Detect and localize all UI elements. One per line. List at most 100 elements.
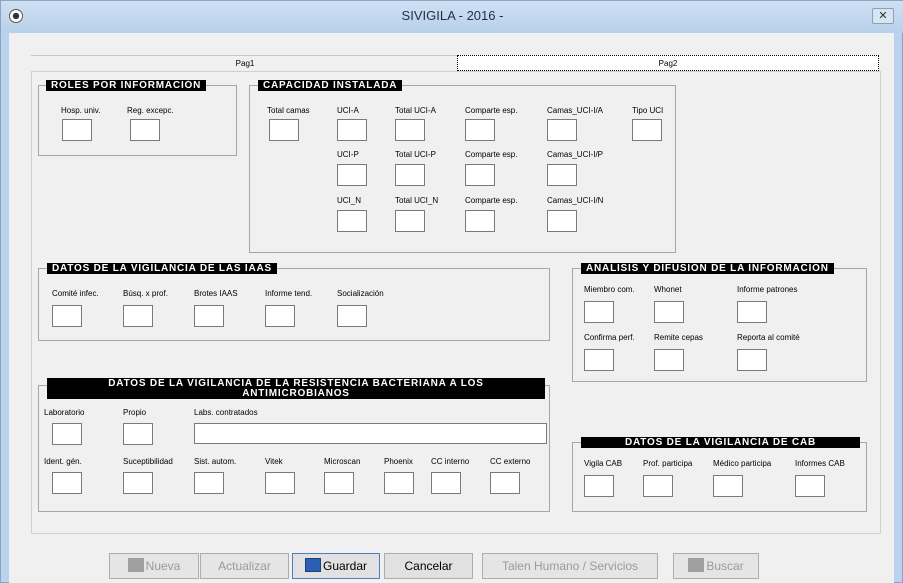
uci-n-field[interactable] xyxy=(337,210,367,232)
total-camas-field[interactable] xyxy=(269,119,299,141)
socializacion-field[interactable] xyxy=(337,305,367,327)
medico-participa-field[interactable] xyxy=(713,475,743,497)
informe-patrones-label: Informe patrones xyxy=(737,285,798,294)
miembro-com-label: Miembro com. xyxy=(584,285,635,294)
nueva-button[interactable]: Nueva xyxy=(109,553,199,579)
camas-uci-ia-field[interactable] xyxy=(547,119,577,141)
cc-externo-label: CC externo xyxy=(490,457,531,466)
tipo-uci-field[interactable] xyxy=(632,119,662,141)
vitek-label: Vitek xyxy=(265,457,283,466)
resistencia-title-line2: ANTIMICROBIANOS xyxy=(242,388,350,399)
whonet-field[interactable] xyxy=(654,301,684,323)
brotes-iaas-label: Brotes IAAS xyxy=(194,289,238,298)
cancelar-button[interactable]: Cancelar xyxy=(384,553,473,579)
prof-participa-field[interactable] xyxy=(643,475,673,497)
window-title: SIVIGILA - 2016 - xyxy=(401,8,504,23)
resistencia-group: DATOS DE LA VIGILANCIA DE LA RESISTENCIA… xyxy=(38,378,550,512)
tab-page: ROLES POR INFORMACIÓN Hosp. univ. Reg. e… xyxy=(31,71,881,534)
sist-autom-field[interactable] xyxy=(194,472,224,494)
reg-excepc-label: Reg. excepc. xyxy=(127,106,174,115)
microscan-label: Microscan xyxy=(324,457,361,466)
capacidad-title: CAPACIDAD INSTALADA xyxy=(258,80,403,91)
informe-patrones-field[interactable] xyxy=(737,301,767,323)
brotes-iaas-field[interactable] xyxy=(194,305,224,327)
reg-excepc-field[interactable] xyxy=(130,119,160,141)
ident-gen-field[interactable] xyxy=(52,472,82,494)
laboratorio-label: Laboratorio xyxy=(44,408,85,417)
remite-cepas-label: Remite cepas xyxy=(654,333,703,342)
nueva-label: Nueva xyxy=(145,559,181,573)
busq-prof-label: Búsq. x prof. xyxy=(123,289,168,298)
propio-label: Propio xyxy=(123,408,147,417)
labs-contratados-field[interactable] xyxy=(194,423,547,444)
tab-pag2[interactable]: Pag2 xyxy=(457,55,879,71)
reporta-comite-label: Reporta al comité xyxy=(737,333,800,342)
total-uci-n-field[interactable] xyxy=(395,210,425,232)
informes-cab-field[interactable] xyxy=(795,475,825,497)
hosp-univ-label: Hosp. univ. xyxy=(61,106,101,115)
camas-uci-ia-label: Camas_UCI-I/A xyxy=(547,106,604,115)
analisis-group: ANALISIS Y DIFUSION DE LA INFORMACION Mi… xyxy=(572,263,867,382)
total-uci-a-label: Total UCI-A xyxy=(395,106,436,115)
vigila-cab-field[interactable] xyxy=(584,475,614,497)
new-icon xyxy=(127,558,144,572)
reporta-comite-field[interactable] xyxy=(737,349,767,371)
uci-p-field[interactable] xyxy=(337,164,367,186)
cab-group: DATOS DE LA VIGILANCIA DE CAB Vigila CAB… xyxy=(572,437,867,512)
roles-group: ROLES POR INFORMACIÓN Hosp. univ. Reg. e… xyxy=(38,80,237,156)
propio-field[interactable] xyxy=(123,423,153,445)
iaas-group: DATOS DE LA VIGILANCIA DE LAS IAAS Comit… xyxy=(38,263,550,341)
remite-cepas-field[interactable] xyxy=(654,349,684,371)
tab-pag1[interactable]: Pag1 xyxy=(31,55,459,71)
cc-interno-field[interactable] xyxy=(431,472,461,494)
talen-humano-button[interactable]: Talen Humano / Servicios xyxy=(482,553,658,579)
vigila-cab-label: Vigila CAB xyxy=(584,459,623,468)
informe-tend-field[interactable] xyxy=(265,305,295,327)
actualizar-button[interactable]: Actualizar xyxy=(200,553,289,579)
comite-infec-field[interactable] xyxy=(52,305,82,327)
camas-uci-ip-field[interactable] xyxy=(547,164,577,186)
tab-pag2-label: Pag2 xyxy=(658,59,678,68)
comite-infec-label: Comité infec. xyxy=(52,289,99,298)
comparte-esp-a-field[interactable] xyxy=(465,119,495,141)
confirma-perf-field[interactable] xyxy=(584,349,614,371)
close-button[interactable]: ✕ xyxy=(872,8,894,24)
camas-uci-in-field[interactable] xyxy=(547,210,577,232)
roles-title: ROLES POR INFORMACIÓN xyxy=(46,80,207,91)
comparte-esp-n-label: Comparte esp. xyxy=(465,196,518,205)
close-icon: ✕ xyxy=(878,10,888,22)
buscar-label: Buscar xyxy=(706,559,744,573)
comparte-esp-p-field[interactable] xyxy=(465,164,495,186)
capacidad-group: CAPACIDAD INSTALADA Total camas UCI-A To… xyxy=(249,80,676,253)
talen-label: Talen Humano / Servicios xyxy=(501,559,639,573)
cc-externo-field[interactable] xyxy=(490,472,520,494)
total-uci-a-field[interactable] xyxy=(395,119,425,141)
phoenix-field[interactable] xyxy=(384,472,414,494)
uci-n-label: UCI_N xyxy=(337,196,362,205)
camas-uci-in-label: Camas_UCI-I/N xyxy=(547,196,604,205)
analisis-title: ANALISIS Y DIFUSION DE LA INFORMACION xyxy=(581,263,834,274)
uci-a-field[interactable] xyxy=(337,119,367,141)
camas-uci-ip-label: Camas_UCI-I/P xyxy=(547,150,604,159)
tab-pag1-label: Pag1 xyxy=(235,59,255,68)
comparte-esp-n-field[interactable] xyxy=(465,210,495,232)
search-icon xyxy=(688,558,705,572)
miembro-com-field[interactable] xyxy=(584,301,614,323)
guardar-button[interactable]: Guardar xyxy=(292,553,380,579)
sist-autom-label: Sist. autom. xyxy=(194,457,237,466)
title-bar[interactable]: SIVIGILA - 2016 - ✕ xyxy=(1,1,903,33)
vitek-field[interactable] xyxy=(265,472,295,494)
suceptibilidad-field[interactable] xyxy=(123,472,153,494)
phoenix-label: Phoenix xyxy=(384,457,413,466)
busq-prof-field[interactable] xyxy=(123,305,153,327)
buscar-button[interactable]: Buscar xyxy=(673,553,759,579)
laboratorio-field[interactable] xyxy=(52,423,82,445)
uci-a-label: UCI-A xyxy=(337,106,359,115)
total-uci-p-label: Total UCI-P xyxy=(395,150,436,159)
informe-tend-label: Informe tend. xyxy=(265,289,313,298)
informes-cab-label: Informes CAB xyxy=(795,459,845,468)
total-uci-p-field[interactable] xyxy=(395,164,425,186)
hosp-univ-field[interactable] xyxy=(62,119,92,141)
cc-interno-label: CC interno xyxy=(431,457,470,466)
microscan-field[interactable] xyxy=(324,472,354,494)
